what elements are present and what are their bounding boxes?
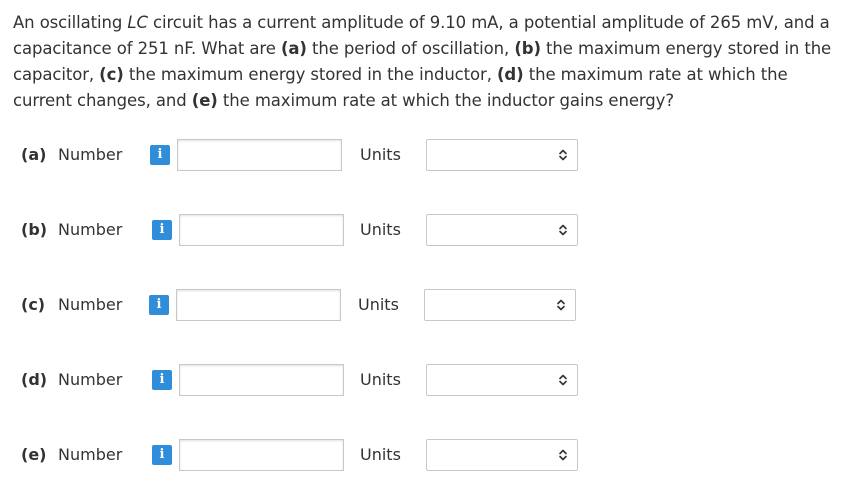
question-segment: the maximum rate at which the inductor g… xyxy=(217,91,674,110)
number-label: Number xyxy=(58,145,123,164)
number-label: Number xyxy=(58,445,123,464)
answer-row-b: (b) Number i Units xyxy=(0,213,856,247)
answer-row-c: (c) Number i Units xyxy=(0,288,856,322)
question-text: An oscillating LC circuit has a current … xyxy=(13,10,843,114)
info-icon[interactable]: i xyxy=(150,145,170,165)
units-select-d[interactable] xyxy=(426,364,578,396)
up-down-caret-icon xyxy=(559,374,567,386)
question-segment: An oscillating xyxy=(13,13,128,32)
number-input-e[interactable] xyxy=(179,439,344,471)
info-icon[interactable]: i xyxy=(152,445,172,465)
question-segment: (c) xyxy=(99,65,124,84)
units-select-b[interactable] xyxy=(426,214,578,246)
number-input-b[interactable] xyxy=(179,214,344,246)
up-down-caret-icon xyxy=(559,149,567,161)
part-label: (a) xyxy=(21,145,47,164)
question-segment: the maximum energy stored in the inducto… xyxy=(123,65,497,84)
units-label: Units xyxy=(360,370,401,389)
units-select-e[interactable] xyxy=(426,439,578,471)
part-label: (c) xyxy=(21,295,46,314)
up-down-caret-icon xyxy=(557,299,565,311)
number-input-c[interactable] xyxy=(176,289,341,321)
units-select-a[interactable] xyxy=(426,139,578,171)
part-label: (e) xyxy=(21,445,47,464)
info-icon[interactable]: i xyxy=(152,370,172,390)
units-select-c[interactable] xyxy=(424,289,576,321)
number-input-d[interactable] xyxy=(179,364,344,396)
units-label: Units xyxy=(360,145,401,164)
question-segment: LC xyxy=(127,13,148,32)
question-segment: the period of oscillation, xyxy=(306,39,515,58)
part-label: (d) xyxy=(21,370,48,389)
units-label: Units xyxy=(360,445,401,464)
question-segment: (e) xyxy=(191,91,218,110)
number-label: Number xyxy=(58,370,123,389)
up-down-caret-icon xyxy=(559,224,567,236)
question-segment: (d) xyxy=(496,65,524,84)
question-segment: (b) xyxy=(514,39,541,58)
part-label: (b) xyxy=(21,220,48,239)
up-down-caret-icon xyxy=(559,449,567,461)
number-input-a[interactable] xyxy=(177,139,342,171)
units-label: Units xyxy=(360,220,401,239)
info-icon[interactable]: i xyxy=(149,295,169,315)
question-segment: (a) xyxy=(280,39,307,58)
number-label: Number xyxy=(58,220,123,239)
answer-row-d: (d) Number i Units xyxy=(0,363,856,397)
info-icon[interactable]: i xyxy=(152,220,172,240)
number-label: Number xyxy=(58,295,123,314)
answer-row-a: (a) Number i Units xyxy=(0,138,856,172)
units-label: Units xyxy=(358,295,399,314)
answer-row-e: (e) Number i Units xyxy=(0,438,856,472)
